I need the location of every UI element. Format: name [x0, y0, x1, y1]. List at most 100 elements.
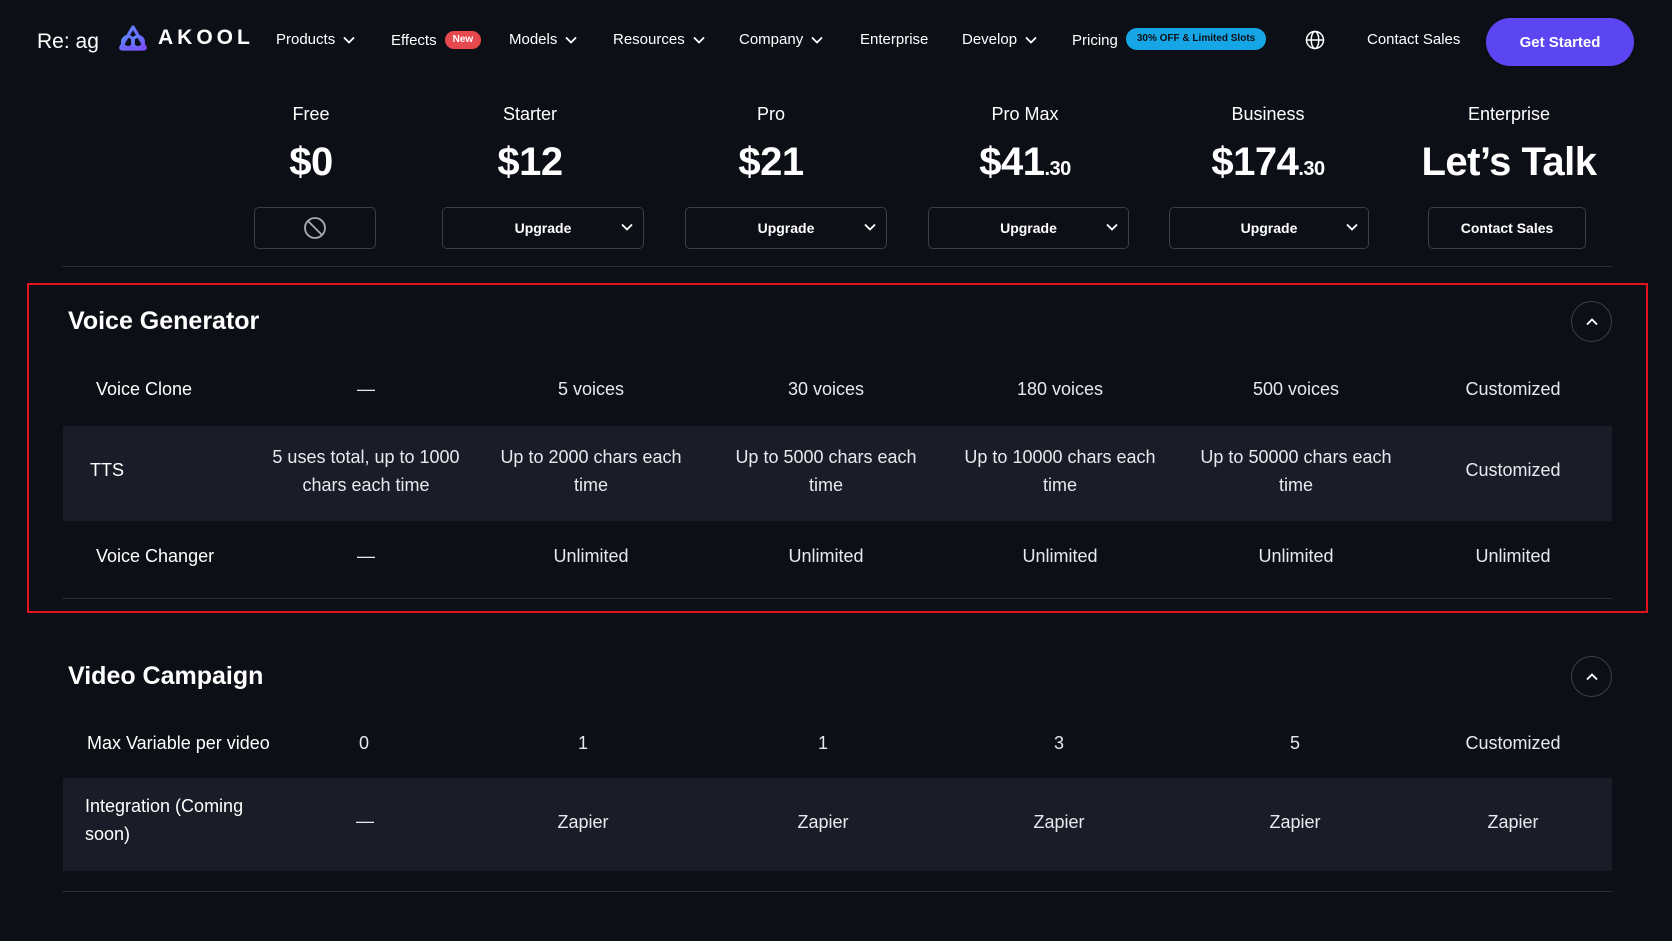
- cell-free: —: [357, 546, 375, 566]
- upgrade-button[interactable]: Upgrade: [928, 207, 1129, 249]
- globe-icon[interactable]: [1305, 30, 1325, 50]
- price-main: $12: [497, 140, 563, 184]
- cell-free: —: [356, 811, 374, 831]
- cell-pro: Zapier: [797, 812, 849, 832]
- cell-enterprise: Customized: [1465, 460, 1561, 480]
- price-main: $21: [738, 140, 804, 184]
- cell-line: 5 uses total, up to 1000: [272, 447, 460, 467]
- akool-logo[interactable]: AKOOL: [118, 25, 254, 51]
- row-label: TTS: [90, 460, 124, 480]
- nav-enterprise-label: Enterprise: [860, 31, 929, 48]
- brand-name: AKOOL: [158, 26, 254, 49]
- price-main: $0: [289, 140, 333, 184]
- section-title-video-campaign: Video Campaign: [68, 662, 264, 690]
- upgrade-button[interactable]: Upgrade: [685, 207, 887, 249]
- nav-company[interactable]: Company: [739, 31, 823, 48]
- chevron-down-icon: [1106, 223, 1118, 231]
- plan-price: $174.30: [1211, 140, 1325, 185]
- akool-logo-icon: [119, 25, 147, 51]
- collapse-button[interactable]: [1571, 301, 1612, 342]
- row-label-line: soon): [85, 824, 131, 844]
- chevron-up-icon: [1585, 317, 1598, 325]
- cell-enterprise: Zapier: [1487, 812, 1539, 832]
- chevron-down-icon: [343, 36, 355, 44]
- section-title-voice-generator: Voice Generator: [68, 307, 260, 335]
- cell-business: 5: [1289, 733, 1301, 753]
- plan-name: Starter: [502, 104, 558, 124]
- cell-line: time: [573, 475, 608, 495]
- nav-products[interactable]: Products: [276, 31, 355, 48]
- cell-line: time: [1278, 475, 1313, 495]
- plan-name: Pro Max: [991, 104, 1059, 124]
- nav-develop-label: Develop: [962, 31, 1018, 48]
- row-label: Voice Clone: [96, 379, 193, 399]
- chevron-down-icon: [621, 223, 633, 231]
- nav-contact-sales-label: Contact Sales: [1367, 31, 1461, 48]
- nav-resources-label: Resources: [613, 31, 685, 48]
- cell-line: chars each time: [302, 475, 430, 495]
- cell-enterprise: Customized: [1465, 379, 1561, 399]
- nav-effects[interactable]: Effects New: [391, 31, 482, 49]
- cell-business: Zapier: [1269, 812, 1321, 832]
- cell-enterprise: Customized: [1465, 733, 1561, 753]
- upgrade-label: Upgrade: [1000, 220, 1057, 236]
- cell-starter: 5 voices: [557, 379, 625, 399]
- new-badge: New: [444, 31, 482, 49]
- cell-pro: 1: [817, 733, 829, 753]
- chevron-down-icon: [693, 36, 705, 44]
- nav-company-label: Company: [739, 31, 804, 48]
- upgrade-label: Upgrade: [514, 220, 572, 236]
- cell-pro: Up to 5000 chars each time: [726, 443, 926, 499]
- cell-enterprise: Unlimited: [1475, 546, 1551, 566]
- plan-price: $0: [289, 140, 333, 185]
- divider: [62, 891, 1612, 892]
- price-cents: .30: [1298, 158, 1325, 180]
- cell-pro-max: 180 voices: [1016, 379, 1104, 399]
- plan-name: Business: [1231, 104, 1305, 124]
- cell-pro-max: 3: [1053, 733, 1065, 753]
- cell-free: 5 uses total, up to 1000 chars each time: [266, 443, 466, 499]
- nav-enterprise[interactable]: Enterprise: [860, 31, 928, 48]
- cell-line: Up to 5000 chars each: [735, 447, 917, 467]
- top-nav: Re: ag AKOOL Products Effects New Models…: [0, 0, 1672, 84]
- cell-pro: Unlimited: [788, 546, 864, 566]
- collapse-button[interactable]: [1571, 656, 1612, 697]
- chevron-down-icon: [811, 36, 823, 44]
- cell-business: Up to 50000 chars each time: [1191, 443, 1401, 499]
- reag-watermark: Re: ag: [37, 30, 99, 53]
- row-label: Max Variable per video: [87, 733, 270, 753]
- cell-pro-max: Zapier: [1033, 812, 1085, 832]
- upgrade-button[interactable]: Upgrade: [442, 207, 644, 249]
- contact-sales-button[interactable]: Contact Sales: [1428, 207, 1586, 249]
- cell-starter: 1: [577, 733, 589, 753]
- nav-develop[interactable]: Develop: [962, 31, 1037, 48]
- nav-resources[interactable]: Resources: [613, 31, 705, 48]
- nav-products-label: Products: [276, 31, 336, 48]
- plan-name: Enterprise: [1467, 104, 1551, 124]
- cell-line: time: [808, 475, 843, 495]
- price-cents: .30: [1044, 158, 1071, 180]
- nav-models[interactable]: Models: [509, 31, 577, 48]
- nav-models-label: Models: [509, 31, 558, 48]
- cell-business: 500 voices: [1252, 379, 1340, 399]
- plan-name: Pro: [756, 104, 786, 124]
- nav-contact-sales[interactable]: Contact Sales: [1367, 31, 1460, 48]
- cell-free: 0: [358, 733, 370, 753]
- nav-pricing[interactable]: Pricing 30% OFF & Limited Slots: [1072, 28, 1267, 50]
- cell-line: time: [1042, 475, 1077, 495]
- upgrade-button[interactable]: Upgrade: [1169, 207, 1369, 249]
- cell-starter: Up to 2000 chars each time: [491, 443, 691, 499]
- cell-pro-max: Unlimited: [1022, 546, 1098, 566]
- chevron-down-icon: [1346, 223, 1358, 231]
- price-main: Let’s Talk: [1421, 140, 1597, 184]
- divider: [62, 598, 1612, 599]
- plan-price: $21: [738, 140, 804, 185]
- cell-pro-max: Up to 10000 chars each time: [955, 443, 1165, 499]
- upgrade-label: Upgrade: [1240, 220, 1298, 236]
- chevron-down-icon: [1025, 36, 1037, 44]
- price-main: $41: [979, 140, 1045, 184]
- get-started-button[interactable]: Get Started: [1486, 18, 1634, 66]
- divider: [62, 266, 1612, 267]
- plan-name: Free: [292, 104, 330, 124]
- cell-starter: Unlimited: [553, 546, 629, 566]
